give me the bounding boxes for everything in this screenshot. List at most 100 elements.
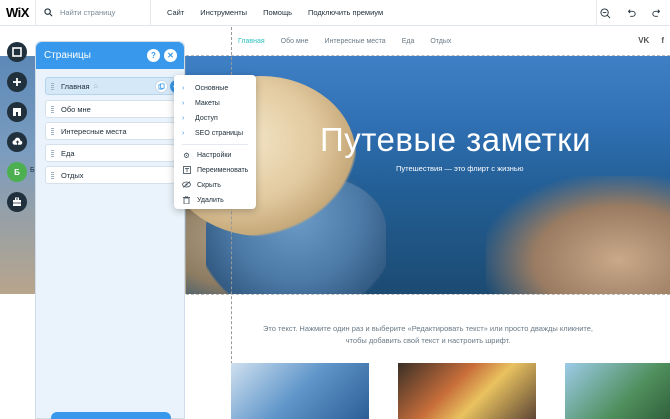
menu-help[interactable]: Помощь	[263, 8, 292, 17]
redo-icon	[652, 9, 661, 17]
hero-rocks-right	[486, 176, 670, 294]
menu-item-delete[interactable]: Удалить	[174, 193, 256, 208]
menu-item-basic[interactable]: › Основные	[174, 81, 256, 96]
body-text-line-2: чтобы добавить свой текст и настроить шр…	[345, 336, 511, 345]
menu-item-label: Макеты	[195, 100, 220, 107]
site-navigation: Главная Обо мне Интересные места Еда Отд…	[186, 27, 670, 56]
site-nav-home[interactable]: Главная	[238, 38, 265, 45]
chevron-right-icon: ›	[182, 130, 185, 137]
eye-hidden-icon	[182, 181, 191, 190]
upload-button[interactable]	[7, 132, 27, 152]
menu-item-label: Настройки	[197, 152, 232, 159]
site-nav-about[interactable]: Обо мне	[281, 38, 309, 45]
drag-handle-icon[interactable]	[51, 171, 54, 179]
gallery-strip	[231, 363, 670, 419]
menu-upgrade[interactable]: Подключить премиум	[308, 8, 383, 17]
menu-item-seo[interactable]: › SEO страницы	[174, 126, 256, 141]
menu-site[interactable]: Сайт	[167, 8, 184, 17]
add-button[interactable]	[7, 72, 27, 92]
zoom-out-button[interactable]	[592, 0, 618, 26]
menu-item-layouts[interactable]: › Макеты	[174, 96, 256, 111]
menu-item-label: Скрыть	[197, 182, 221, 189]
trash-icon	[182, 195, 191, 206]
page-item-places[interactable]: Интересные места	[45, 122, 175, 140]
menu-item-access[interactable]: › Доступ	[174, 111, 256, 126]
hero-image[interactable]	[186, 56, 670, 294]
rename-icon	[182, 165, 191, 176]
social-links: VK f	[638, 36, 664, 45]
gallery-image-1[interactable]	[231, 363, 369, 419]
chevron-right-icon: ›	[182, 85, 185, 92]
menu-item-label: Удалить	[197, 197, 224, 204]
wix-apps-button[interactable]	[7, 192, 27, 212]
page-item-food[interactable]: Еда	[45, 144, 175, 162]
blog-icon: Б	[14, 167, 20, 177]
close-button[interactable]: ✕	[164, 49, 177, 62]
square-icon	[12, 47, 22, 57]
site-nav-rest[interactable]: Отдых	[430, 38, 451, 45]
menu-item-label: SEO страницы	[195, 130, 244, 137]
topbar-tools	[592, 0, 670, 26]
page-item-label: Отдых	[61, 170, 84, 180]
duplicate-page-button[interactable]	[155, 80, 168, 93]
drag-handle-icon[interactable]	[51, 105, 54, 113]
menu-tools[interactable]: Инструменты	[200, 8, 247, 17]
menus-pages-button[interactable]	[7, 42, 27, 62]
site-nav-places[interactable]: Интересные места	[325, 38, 386, 45]
briefcase-icon	[13, 197, 21, 206]
menu-item-label: Доступ	[195, 115, 218, 122]
gallery-image-2[interactable]	[398, 363, 536, 419]
search-icon	[44, 8, 53, 17]
help-icon: ?	[151, 51, 156, 60]
page-item-rest[interactable]: Отдых	[45, 166, 175, 184]
menu-item-label: Переименовать	[197, 167, 249, 174]
drag-handle-icon[interactable]	[51, 149, 54, 157]
search-input[interactable]: Найти страницу	[60, 8, 115, 17]
home-icon: ⌂	[93, 82, 98, 90]
plus-icon	[13, 78, 21, 86]
menu-item-hide[interactable]: Скрыть	[174, 178, 256, 193]
menu-divider	[182, 144, 248, 145]
section-guide	[186, 294, 670, 295]
pages-panel-header: Страницы ? ✕	[36, 42, 184, 69]
blog-button[interactable]: Б	[7, 162, 27, 182]
body-text[interactable]: Это текст. Нажмите один раз и выберите «…	[186, 323, 670, 347]
undo-icon	[627, 9, 636, 17]
wix-logo[interactable]: WiX	[0, 0, 36, 26]
page-item-about[interactable]: Обо мне	[45, 100, 175, 118]
header-guide	[186, 55, 670, 56]
chevron-right-icon: ›	[182, 100, 185, 107]
undo-button[interactable]	[618, 0, 644, 26]
hero-subtitle[interactable]: Путешествия — это флирт с жизнью	[396, 164, 523, 173]
pages-panel-title: Страницы	[44, 50, 91, 61]
page-item-label: Главная	[61, 81, 90, 91]
redo-button[interactable]	[644, 0, 670, 26]
cloud-upload-icon	[11, 137, 22, 145]
rail-blog-label: Б	[30, 167, 35, 174]
page-context-menu: › Основные › Макеты › Доступ › SEO страницы …	[174, 75, 256, 209]
page-item-label: Обо мне	[61, 104, 91, 114]
copy-icon	[158, 83, 165, 90]
zoom-out-icon	[599, 7, 610, 18]
chevron-right-icon: ›	[182, 115, 185, 122]
page-item-label: Интересные места	[61, 126, 127, 136]
add-page-button[interactable]	[51, 412, 171, 419]
page-item-home[interactable]: Главная ⌂	[45, 77, 183, 95]
facebook-icon[interactable]: f	[661, 36, 664, 45]
drag-handle-icon[interactable]	[51, 82, 54, 90]
app-market-button[interactable]	[7, 102, 27, 122]
top-menu: Сайт Инструменты Помощь Подключить преми…	[151, 0, 383, 26]
vk-icon[interactable]: VK	[638, 36, 649, 45]
menu-item-rename[interactable]: Переименовать	[174, 163, 256, 178]
menu-item-settings[interactable]: ⚙ Настройки	[174, 148, 256, 163]
drag-handle-icon[interactable]	[51, 127, 54, 135]
site-nav-food[interactable]: Еда	[402, 38, 415, 45]
gallery-image-3[interactable]	[565, 363, 670, 419]
store-icon	[13, 108, 21, 116]
page-item-label: Еда	[61, 148, 75, 158]
page-search[interactable]: Найти страницу	[36, 0, 151, 26]
help-button[interactable]: ?	[147, 49, 160, 62]
hero-title[interactable]: Путевые заметки	[320, 121, 591, 159]
close-icon: ✕	[167, 51, 174, 60]
body-text-line-1: Это текст. Нажмите один раз и выберите «…	[263, 324, 593, 333]
